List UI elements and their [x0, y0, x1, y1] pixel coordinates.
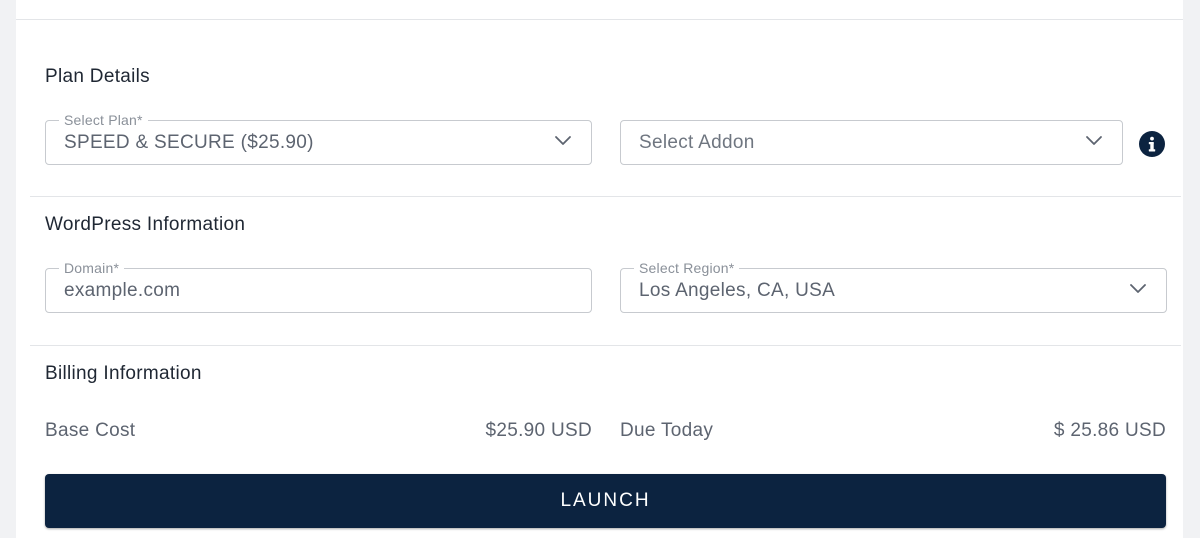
launch-button[interactable]: LAUNCH [45, 474, 1166, 528]
domain-field[interactable]: Domain* example.com [45, 260, 592, 313]
select-region-value: Los Angeles, CA, USA [639, 280, 836, 301]
select-plan-label: Select Plan* [59, 112, 148, 128]
select-plan-dropdown[interactable]: Select Plan* SPEED & SECURE ($25.90) [45, 112, 592, 165]
plan-details-title: Plan Details [45, 66, 150, 87]
select-addon-placeholder: Select Addon [639, 132, 755, 153]
section-divider [30, 196, 1181, 197]
top-divider [16, 19, 1183, 20]
select-region-dropdown[interactable]: Select Region* Los Angeles, CA, USA [620, 260, 1167, 313]
domain-value: example.com [64, 280, 181, 301]
info-glyph-icon [1148, 136, 1156, 152]
base-cost-label: Base Cost [45, 420, 136, 441]
billing-info-title: Billing Information [45, 363, 202, 384]
info-icon[interactable] [1139, 131, 1165, 157]
chevron-down-icon [1130, 284, 1146, 293]
domain-label: Domain* [59, 260, 125, 276]
base-cost-value: $25.90 USD [485, 420, 592, 441]
wordpress-info-title: WordPress Information [45, 214, 246, 235]
chevron-down-icon [1086, 136, 1102, 145]
select-plan-value: SPEED & SECURE ($25.90) [64, 132, 314, 153]
section-divider [30, 345, 1181, 346]
due-today-value: $ 25.86 USD [1053, 420, 1166, 441]
due-today-label: Due Today [620, 420, 714, 441]
order-form-card: Plan Details Select Plan* SPEED & SECURE… [16, 0, 1183, 538]
select-region-label: Select Region* [634, 260, 740, 276]
select-addon-dropdown[interactable]: Select Addon [620, 120, 1123, 165]
chevron-down-icon [555, 136, 571, 145]
